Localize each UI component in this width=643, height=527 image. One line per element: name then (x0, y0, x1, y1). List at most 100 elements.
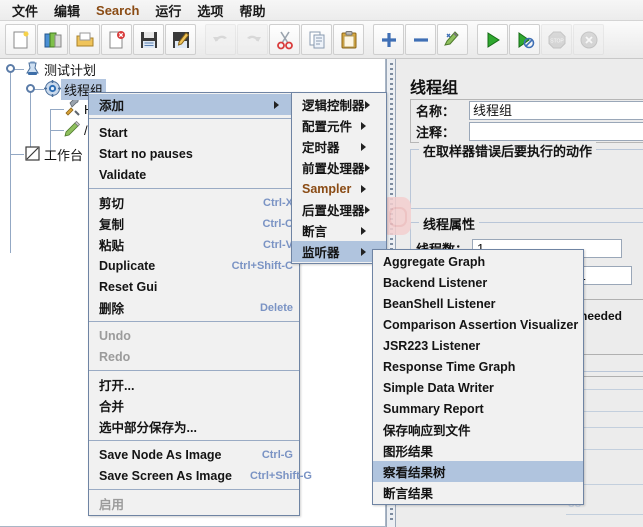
context-menu-item-accelerator: Ctrl+Shift-G (249, 469, 312, 482)
context-menu-item-accelerator: Ctrl+Shift-C (231, 259, 293, 272)
svg-text:STOP: STOP (550, 38, 564, 44)
add-submenu-item-4[interactable]: Sampler (292, 178, 386, 199)
add-submenu-item-6[interactable]: 断言 (292, 220, 386, 241)
context-menu-item-7[interactable]: 复制 Ctrl-C (89, 213, 299, 234)
context-menu-item-label: 合并 (99, 400, 125, 414)
add-submenu-item-3[interactable]: 前置处理器 (292, 157, 386, 178)
name-row: 名称： 线程组 (411, 100, 643, 121)
add-submenu-item-1[interactable]: 配置元件 (292, 115, 386, 136)
listener-submenu-item-3[interactable]: Comparison Assertion Visualizer (373, 314, 583, 335)
context-menu-item-11[interactable]: 删除 Delete (89, 297, 299, 318)
tree-line (50, 109, 64, 110)
add-submenu-item-label: 断言 (302, 225, 328, 239)
context-menu-item-label: 打开... (99, 379, 135, 393)
menu-item-1[interactable]: 编辑 (46, 0, 88, 22)
comment-input[interactable] (469, 122, 643, 141)
listener-submenu-item-7[interactable]: Summary Report (373, 398, 583, 419)
save-as-button[interactable] (165, 24, 196, 55)
menu-item-0[interactable]: 文件 (4, 0, 46, 22)
context-menu-item-label: Validate (99, 167, 147, 182)
page-title: 线程组 (410, 80, 459, 97)
listener-submenu-item-0[interactable]: Aggregate Graph (373, 251, 583, 272)
menu-item-3[interactable]: 运行 (147, 0, 189, 22)
open-icon (75, 30, 95, 50)
context-menu-item-21[interactable]: Save Screen As Image Ctrl+Shift-G (89, 465, 312, 486)
listener-submenu-item-5[interactable]: Response Time Graph (373, 356, 583, 377)
tree-node-label: 测试计划 (44, 63, 97, 78)
context-menu-item-16[interactable]: 打开... (89, 374, 299, 395)
cut-button[interactable] (269, 24, 300, 55)
context-menu-item-2[interactable]: Start (89, 122, 299, 143)
workbench-icon (24, 145, 41, 165)
add-submenu-item-5[interactable]: 后置处理器 (292, 199, 386, 220)
listener-submenu-item-9[interactable]: 图形结果 (373, 440, 583, 461)
submenu-arrow-icon (361, 142, 380, 151)
save-button[interactable] (133, 24, 164, 55)
tree-expander-thread-group[interactable] (26, 84, 35, 93)
start-button[interactable] (477, 24, 508, 55)
tree-node-workbench[interactable]: 工作台 (24, 145, 86, 164)
tree-line (50, 130, 64, 131)
tree-context-menu[interactable]: 添加 Start Start no pauses Validate 剪切 Ctrl-X 复制… (88, 92, 312, 516)
context-menu-item-label: Undo (99, 328, 131, 343)
toggle-button[interactable] (437, 24, 468, 55)
listener-submenu-item-8[interactable]: 保存响应到文件 (373, 419, 583, 440)
new-button[interactable] (5, 24, 36, 55)
tree-expander-test-plan[interactable] (6, 64, 15, 73)
context-menu-item-8[interactable]: 粘贴 Ctrl-V (89, 234, 299, 255)
listener-submenu-item-4[interactable]: JSR223 Listener (373, 335, 583, 356)
start-no-pauses-button[interactable] (509, 24, 540, 55)
toolbar-separator (365, 24, 372, 55)
tree-node-test-plan[interactable]: 测试计划 (24, 60, 99, 79)
context-menu-item-10[interactable]: Reset Gui (89, 276, 299, 297)
tree-line (10, 154, 24, 155)
paste-button[interactable] (333, 24, 364, 55)
add-submenu-item-0[interactable]: 逻辑控制器 (292, 94, 386, 115)
thread-group-icon (44, 79, 61, 100)
listener-submenu-item-2[interactable]: BeanShell Listener (373, 293, 583, 314)
tree-node-listener[interactable]: / (64, 120, 91, 140)
save-as-icon (171, 30, 191, 50)
add-submenu[interactable]: 逻辑控制器配置元件定时器 前置处理器 Sampler 后置处理器断言监听器 (291, 92, 387, 264)
submenu-arrow-icon (361, 226, 380, 235)
listener-submenu-item-label: 保存响应到文件 (383, 424, 471, 438)
cut-icon (275, 30, 295, 50)
add-submenu-item-2[interactable]: 定时器 (292, 136, 386, 157)
context-menu-item-9[interactable]: Duplicate Ctrl+Shift-C (89, 255, 299, 276)
listener-submenu-item-11[interactable]: 断言结果 (373, 482, 583, 503)
redo-icon (243, 30, 263, 50)
listener-submenu-item-10[interactable]: 察看结果树 (373, 461, 583, 482)
context-menu-item-0[interactable]: 添加 (89, 94, 299, 115)
menu-item-4[interactable]: 选项 (189, 0, 231, 22)
new-icon (11, 30, 31, 50)
context-menu-item-3[interactable]: Start no pauses (89, 143, 299, 164)
submenu-arrow-icon (364, 205, 384, 214)
context-menu-item-4[interactable]: Validate (89, 164, 299, 185)
context-menu-item-14: Redo (89, 346, 299, 367)
open-button[interactable] (69, 24, 100, 55)
menu-item-2[interactable]: Search (88, 1, 147, 20)
expand-all-button[interactable] (373, 24, 404, 55)
context-menu-item-18[interactable]: 选中部分保存为... (89, 416, 299, 437)
context-menu-item-6[interactable]: 剪切 Ctrl-X (89, 192, 299, 213)
templates-button[interactable] (37, 24, 68, 55)
context-menu-item-20[interactable]: Save Node As Image Ctrl-G (89, 444, 299, 465)
close-button[interactable] (101, 24, 132, 55)
context-menu-item-accelerator: Ctrl-V (263, 238, 293, 251)
name-input[interactable]: 线程组 (469, 101, 643, 120)
toolbar: STOP (0, 21, 643, 59)
templates-icon (43, 30, 63, 50)
listener-submenu-item-6[interactable]: Simple Data Writer (373, 377, 583, 398)
context-menu-separator (89, 489, 299, 490)
add-submenu-item-label: 监听器 (302, 246, 340, 260)
listener-submenu-item-1[interactable]: Backend Listener (373, 272, 583, 293)
context-menu-item-label: Save Node As Image (99, 447, 222, 462)
context-menu-item-label: Start no pauses (99, 146, 193, 161)
collapse-all-button[interactable] (405, 24, 436, 55)
listener-submenu[interactable]: Aggregate Graph Backend Listener BeanShell… (372, 249, 584, 505)
add-submenu-item-label: 配置元件 (302, 120, 353, 134)
context-menu-item-label: 剪切 (99, 197, 125, 211)
copy-button[interactable] (301, 24, 332, 55)
menu-item-5[interactable]: 帮助 (231, 0, 273, 22)
context-menu-item-17[interactable]: 合并 (89, 395, 299, 416)
